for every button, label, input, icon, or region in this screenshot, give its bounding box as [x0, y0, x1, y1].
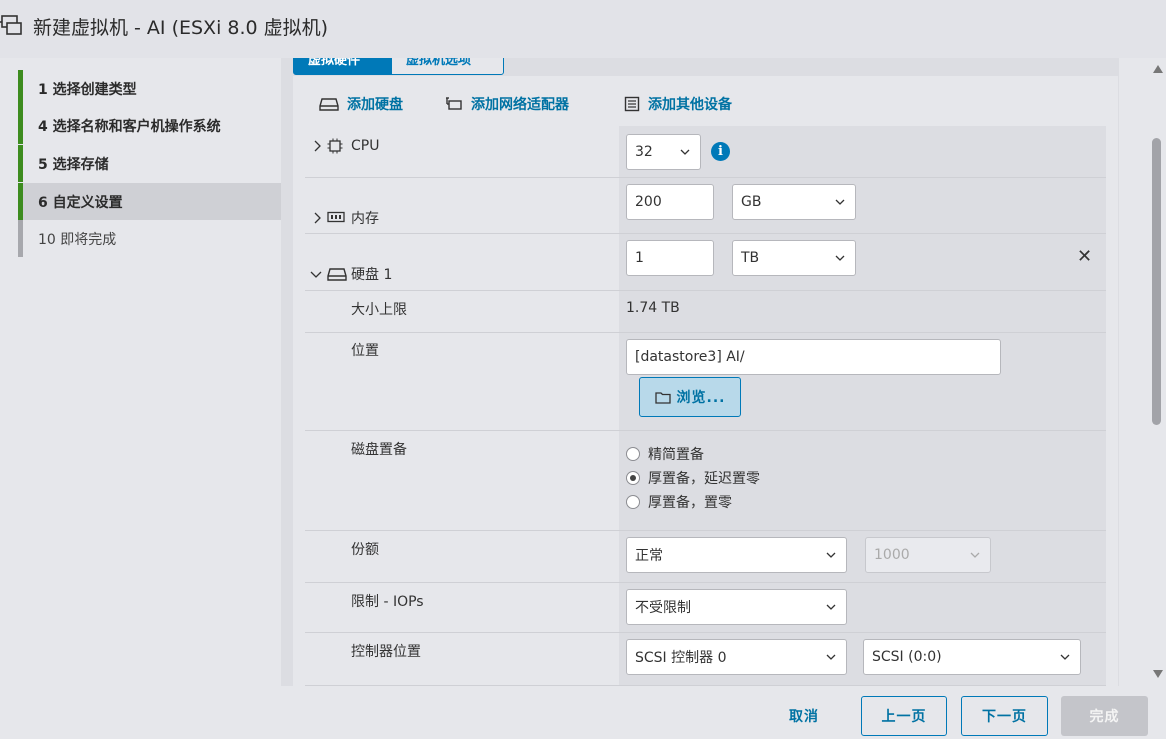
limit-iops-label: 限制 - IOPs: [351, 594, 424, 610]
cpu-row: CPU 32 i: [305, 126, 1106, 178]
chevron-down-icon: [826, 552, 836, 558]
step-label: 6 自定义设置: [38, 194, 123, 211]
step-label: 4 选择名称和客户机操作系统: [38, 118, 221, 135]
hardware-content: 添加硬盘 添加网络适配器 添加其他设备 CPU 32 i 内存 200 GB 硬…: [293, 76, 1118, 686]
location-label: 位置: [351, 343, 379, 359]
shares-row: 份额 正常 1000: [305, 531, 1106, 583]
hard-disk-icon: [327, 268, 347, 281]
step-select-creation-type[interactable]: 1 选择创建类型: [18, 70, 281, 107]
chevron-down-icon: [970, 552, 980, 558]
cpu-count-select[interactable]: 32: [626, 134, 701, 170]
cpu-label: CPU: [351, 138, 380, 154]
memory-icon: [327, 211, 345, 223]
controller-select[interactable]: SCSI 控制器 0: [626, 639, 847, 675]
step-indicator: [18, 145, 23, 182]
location-input[interactable]: [datastore3] AI/: [626, 339, 1001, 375]
tab-virtual-hardware[interactable]: 虚拟硬件: [293, 58, 391, 75]
chevron-down-icon: [1060, 654, 1070, 660]
chevron-down-icon: [835, 255, 845, 261]
radio-thin-provision[interactable]: 精简置备: [626, 444, 704, 464]
step-label: 10 即将完成: [38, 231, 117, 248]
cancel-button[interactable]: 取消: [766, 696, 842, 736]
step-label: 1 选择创建类型: [38, 81, 137, 98]
max-size-label: 大小上限: [351, 302, 407, 318]
chevron-down-icon: [835, 199, 845, 205]
finish-button: 完成: [1061, 696, 1148, 736]
radio-thick-eager-zeroed[interactable]: 厚置备，置零: [626, 492, 732, 512]
step-select-name-and-os[interactable]: 4 选择名称和客户机操作系统: [18, 107, 281, 144]
virtual-machine-icon: [0, 15, 22, 35]
hard-disk-icon: [319, 98, 339, 111]
memory-label: 内存: [351, 211, 379, 227]
scroll-up-arrow-icon[interactable]: [1153, 65, 1163, 73]
step-indicator: [18, 183, 23, 220]
controller-location-label: 控制器位置: [351, 644, 421, 660]
hardware-toolbar: 添加硬盘 添加网络适配器 添加其他设备: [293, 94, 1118, 118]
memory-unit-select[interactable]: GB: [732, 184, 856, 220]
back-button[interactable]: 上一页: [861, 696, 947, 736]
hard-disk-label: 硬盘 1: [351, 267, 393, 283]
controller-slot-select[interactable]: SCSI (0:0): [863, 639, 1081, 675]
radio-button-selected: [626, 471, 640, 485]
provisioning-label: 磁盘置备: [351, 442, 407, 458]
other-device-icon: [624, 96, 640, 112]
chevron-right-icon[interactable]: [311, 212, 323, 224]
scroll-thumb[interactable]: [1152, 138, 1161, 425]
network-adapter-icon: [446, 97, 462, 110]
shares-select[interactable]: 正常: [626, 537, 847, 573]
max-size-row: 大小上限 1.74 TB: [305, 291, 1106, 333]
wizard-steps: 1 选择创建类型 4 选择名称和客户机操作系统 5 选择存储 6 自定义设置 1…: [0, 58, 281, 686]
next-button[interactable]: 下一页: [961, 696, 1048, 736]
dialog-title: 新建虚拟机 - AI (ESXi 8.0 虚拟机): [33, 17, 329, 39]
radio-thick-lazy-zeroed[interactable]: 厚置备，延迟置零: [626, 468, 760, 488]
tab-vm-options[interactable]: 虚拟机选项: [391, 58, 504, 75]
max-size-value: 1.74 TB: [626, 300, 680, 316]
radio-button: [626, 495, 640, 509]
step-indicator: [18, 220, 23, 257]
hard-disk-row: 硬盘 1 1 TB ✕: [305, 234, 1106, 291]
browse-button[interactable]: 浏览...: [639, 377, 741, 417]
chevron-down-icon: [680, 149, 690, 155]
chevron-down-icon: [826, 654, 836, 660]
chevron-right-icon[interactable]: [311, 140, 323, 152]
step-ready-to-complete[interactable]: 10 即将完成: [18, 220, 281, 257]
cpu-icon: [327, 138, 343, 154]
vertical-scrollbar[interactable]: [1148, 58, 1166, 686]
remove-disk-icon[interactable]: ✕: [1077, 246, 1092, 267]
step-label: 5 选择存储: [38, 156, 109, 173]
disk-unit-select[interactable]: TB: [732, 240, 856, 276]
step-select-storage[interactable]: 5 选择存储: [18, 145, 281, 182]
shares-label: 份额: [351, 542, 379, 558]
folder-icon: [654, 391, 671, 404]
chevron-down-icon: [826, 604, 836, 610]
add-hard-disk-button[interactable]: 添加硬盘: [319, 94, 403, 114]
shares-number-select: 1000: [865, 537, 991, 573]
memory-row: 内存 200 GB: [305, 178, 1106, 234]
disk-size-input[interactable]: 1: [626, 240, 714, 276]
memory-size-input[interactable]: 200: [626, 184, 714, 220]
info-icon[interactable]: i: [711, 142, 730, 161]
dialog-footer: 取消 上一页 下一页 完成: [0, 686, 1166, 739]
title-bar: 新建虚拟机 - AI (ESXi 8.0 虚拟机): [0, 0, 1166, 58]
step-indicator: [18, 107, 23, 144]
location-row: 位置 [datastore3] AI/ 浏览...: [305, 333, 1106, 431]
add-network-adapter-button[interactable]: 添加网络适配器: [445, 94, 569, 114]
chevron-down-icon[interactable]: [310, 268, 322, 280]
step-customize-settings[interactable]: 6 自定义设置: [18, 183, 281, 220]
add-other-device-button[interactable]: 添加其他设备: [624, 94, 732, 114]
radio-button: [626, 447, 640, 461]
step-indicator: [18, 70, 23, 107]
controller-location-row: 控制器位置 SCSI 控制器 0 SCSI (0:0): [305, 633, 1106, 686]
settings-tabs: 虚拟硬件 虚拟机选项: [293, 58, 504, 75]
limit-iops-select[interactable]: 不受限制: [626, 589, 847, 625]
provisioning-row: 磁盘置备 精简置备 厚置备，延迟置零 厚置备，置零: [305, 431, 1106, 531]
scroll-down-arrow-icon[interactable]: [1153, 670, 1163, 678]
limit-iops-row: 限制 - IOPs 不受限制: [305, 583, 1106, 633]
settings-panel: 虚拟硬件 虚拟机选项 添加硬盘 添加网络适配器 添加其他设备 CPU 32 i …: [281, 58, 1119, 686]
